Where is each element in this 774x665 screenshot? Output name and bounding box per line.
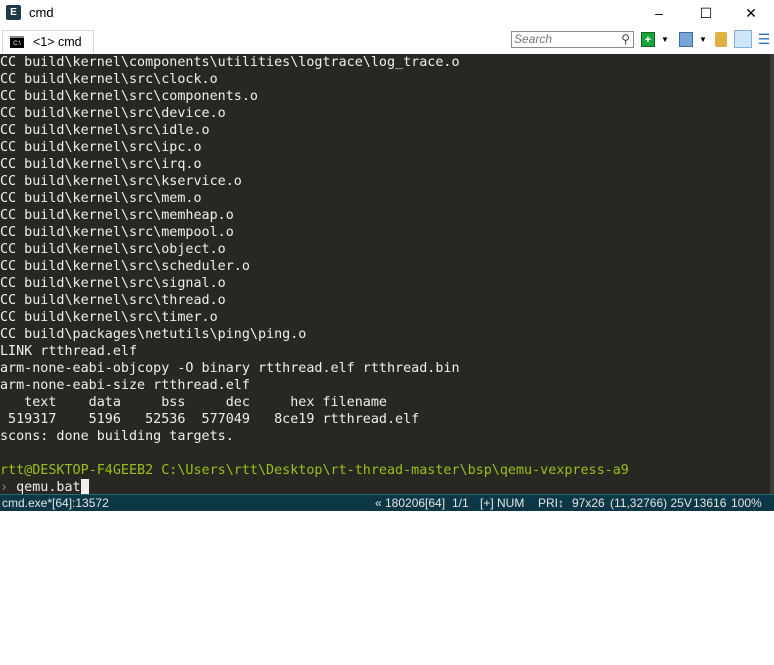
output-line: CC build\kernel\src\mempool.o (0, 225, 234, 240)
output-line: CC build\kernel\src\signal.o (0, 276, 226, 291)
output-line: CC build\kernel\src\memheap.o (0, 208, 234, 223)
close-button[interactable]: ✕ (728, 2, 774, 24)
text-cursor (80, 479, 89, 494)
output-line: arm-none-eabi-size rtthread.elf (0, 378, 250, 393)
panes-dropdown-icon[interactable]: ▼ (698, 32, 708, 47)
output-line: CC build\kernel\src\irq.o (0, 157, 202, 172)
output-line: CC build\kernel\src\clock.o (0, 72, 218, 87)
title-bar: E cmd – ☐ ✕ (0, 0, 774, 28)
tab-label: <1> cmd (33, 35, 82, 49)
output-line: CC build\kernel\src\device.o (0, 106, 226, 121)
status-pid: « 180206[64] (375, 496, 446, 510)
status-process: cmd.exe*[64]:13572 (2, 496, 109, 510)
output-line: text data bss dec hex filename (0, 395, 387, 410)
output-line: 519317 5196 52536 577049 8ce19 rtthread.… (0, 412, 420, 427)
output-line: CC build\kernel\src\components.o (0, 89, 258, 104)
output-line: CC build\kernel\src\timer.o (0, 310, 218, 325)
output-line: arm-none-eabi-objcopy -O binary rtthread… (0, 361, 460, 376)
status-priority: PRI↕ (538, 496, 565, 510)
output-line: CC build\kernel\src\idle.o (0, 123, 210, 138)
status-size: 97x26 (572, 496, 605, 510)
terminal-output[interactable]: CC build\kernel\components\utilities\log… (0, 54, 774, 495)
status-server-pid: 13616 (693, 496, 727, 510)
new-console-icon[interactable]: + (641, 32, 655, 47)
console-icon: C:\ (10, 36, 24, 48)
maximize-button[interactable]: ☐ (683, 2, 729, 24)
prompt-chevron-icon: › (0, 480, 9, 495)
command-text: qemu.bat (8, 480, 81, 495)
output-line: CC build\kernel\src\kservice.o (0, 174, 242, 189)
output-line: CC build\kernel\src\scheduler.o (0, 259, 250, 274)
prompt-path: rtt@DESKTOP-F4GEEB2 C:\Users\rtt\Desktop… (0, 463, 629, 478)
scrollbar[interactable] (770, 54, 774, 494)
conemu-app-icon: E (6, 5, 21, 20)
tab-bar: C:\ <1> cmd Search ⚲ + ▼ ▼ ☰ (0, 28, 774, 54)
new-console-dropdown-icon[interactable]: ▼ (660, 32, 670, 47)
output-line: scons: done building targets. (0, 429, 234, 444)
window-title: cmd (29, 5, 54, 20)
search-placeholder: Search (514, 32, 553, 46)
lock-icon[interactable] (715, 32, 727, 47)
output-line: CC build\kernel\src\thread.o (0, 293, 226, 308)
tab-cmd[interactable]: C:\ <1> cmd (2, 30, 94, 54)
status-keys: [+] NUM (480, 496, 525, 510)
output-line: CC build\kernel\components\utilities\log… (0, 55, 460, 70)
search-input[interactable]: Search ⚲ (511, 31, 634, 48)
panes-icon[interactable] (679, 32, 693, 47)
menu-icon[interactable]: ☰ (757, 32, 771, 47)
status-console: 1/1 (452, 496, 469, 510)
status-bar: cmd.exe*[64]:13572 « 180206[64] 1/1 [+] … (0, 494, 774, 511)
status-zoom: 100% (731, 496, 762, 510)
status-cursor: (11,32766) 25V (610, 496, 692, 510)
search-icon[interactable]: ⚲ (621, 32, 630, 47)
minimize-button[interactable]: – (636, 2, 682, 24)
scrollbar-toggle-icon[interactable] (734, 30, 752, 48)
output-line: CC build\kernel\src\object.o (0, 242, 226, 257)
output-line: CC build\packages\netutils\ping\ping.o (0, 327, 307, 342)
output-line: CC build\kernel\src\ipc.o (0, 140, 202, 155)
output-line: CC build\kernel\src\mem.o (0, 191, 202, 206)
output-line: LINK rtthread.elf (0, 344, 138, 359)
